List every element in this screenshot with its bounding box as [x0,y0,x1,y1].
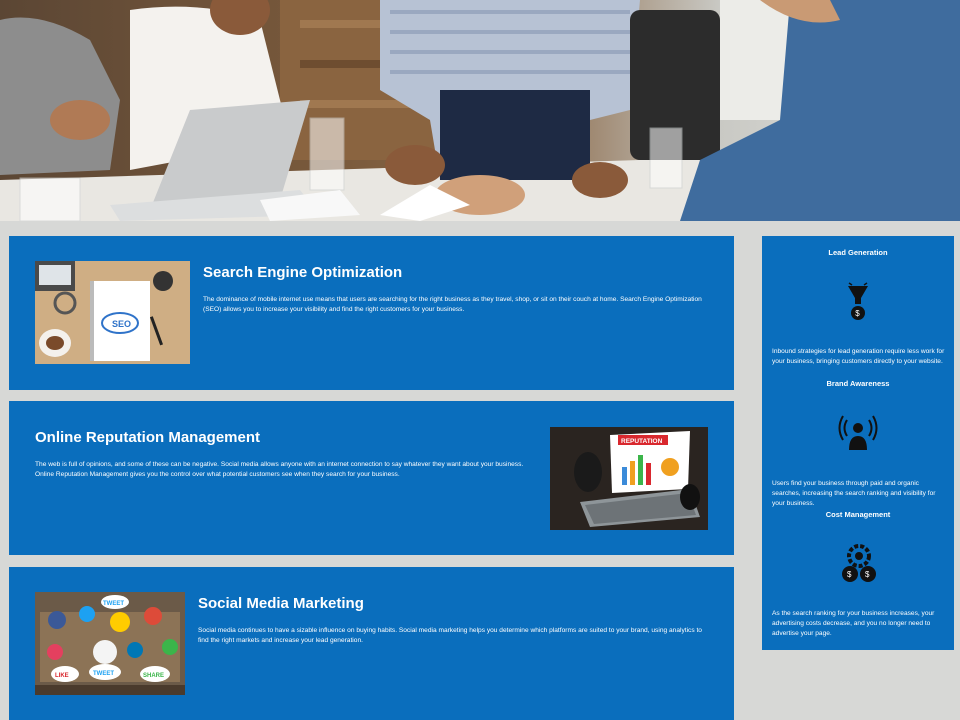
service-title-seo: Search Engine Optimization [203,264,403,281]
gears-dollar-icon: $ $ [838,542,880,591]
sidebar-title-cost: Cost Management [825,510,891,519]
service-title-social: Social Media Marketing [198,595,364,612]
service-body-reputation: The web is full of opinions, and some of… [35,461,524,478]
meeting-photo [0,0,960,221]
reputation-laptop-photo: REPUTATION [550,427,708,530]
broadcasting-person-icon [838,412,878,459]
svg-text:LIKE: LIKE [55,673,69,679]
svg-text:SEO: SEO [112,319,131,329]
hero-image [0,0,960,221]
service-title-reputation: Online Reputation Management [35,429,261,446]
social-media-icons-photo: LIKE TWEET SHARE TWEET [35,592,185,695]
service-body-social: Social media continues to have a sizable… [198,627,702,644]
funnel-dollar-icon: $ [846,282,870,327]
svg-text:SHARE: SHARE [143,673,164,679]
sidebar-heading: Lead Generation [828,248,888,257]
sidebar-text-brand: Users find your business through paid an… [772,480,936,507]
svg-text:$: $ [855,309,860,318]
service-panel-reputation: Online Reputation Management The web is … [9,401,734,555]
svg-text:TWEET: TWEET [93,671,114,677]
sidebar-text-cost: As the search ranking for your business … [772,610,935,637]
svg-text:TWEET: TWEET [103,601,124,607]
svg-text:REPUTATION: REPUTATION [621,438,663,445]
service-body-seo: The dominance of mobile internet use mea… [203,296,702,313]
lead-generation-sidebar: Lead Generation $ Inbound strategies for… [762,236,954,650]
sidebar-title-brand: Brand Awareness [826,379,890,388]
seo-notebook-photo: SEO [35,261,190,364]
service-panel-seo: SEO Search Engine Optimization The domin… [9,236,734,390]
service-panel-social: LIKE TWEET SHARE TWEET Social Media Mark… [9,567,734,720]
svg-text:$: $ [847,570,852,579]
sidebar-text-lead: Inbound strategies for lead generation r… [772,348,945,365]
svg-text:$: $ [865,570,870,579]
